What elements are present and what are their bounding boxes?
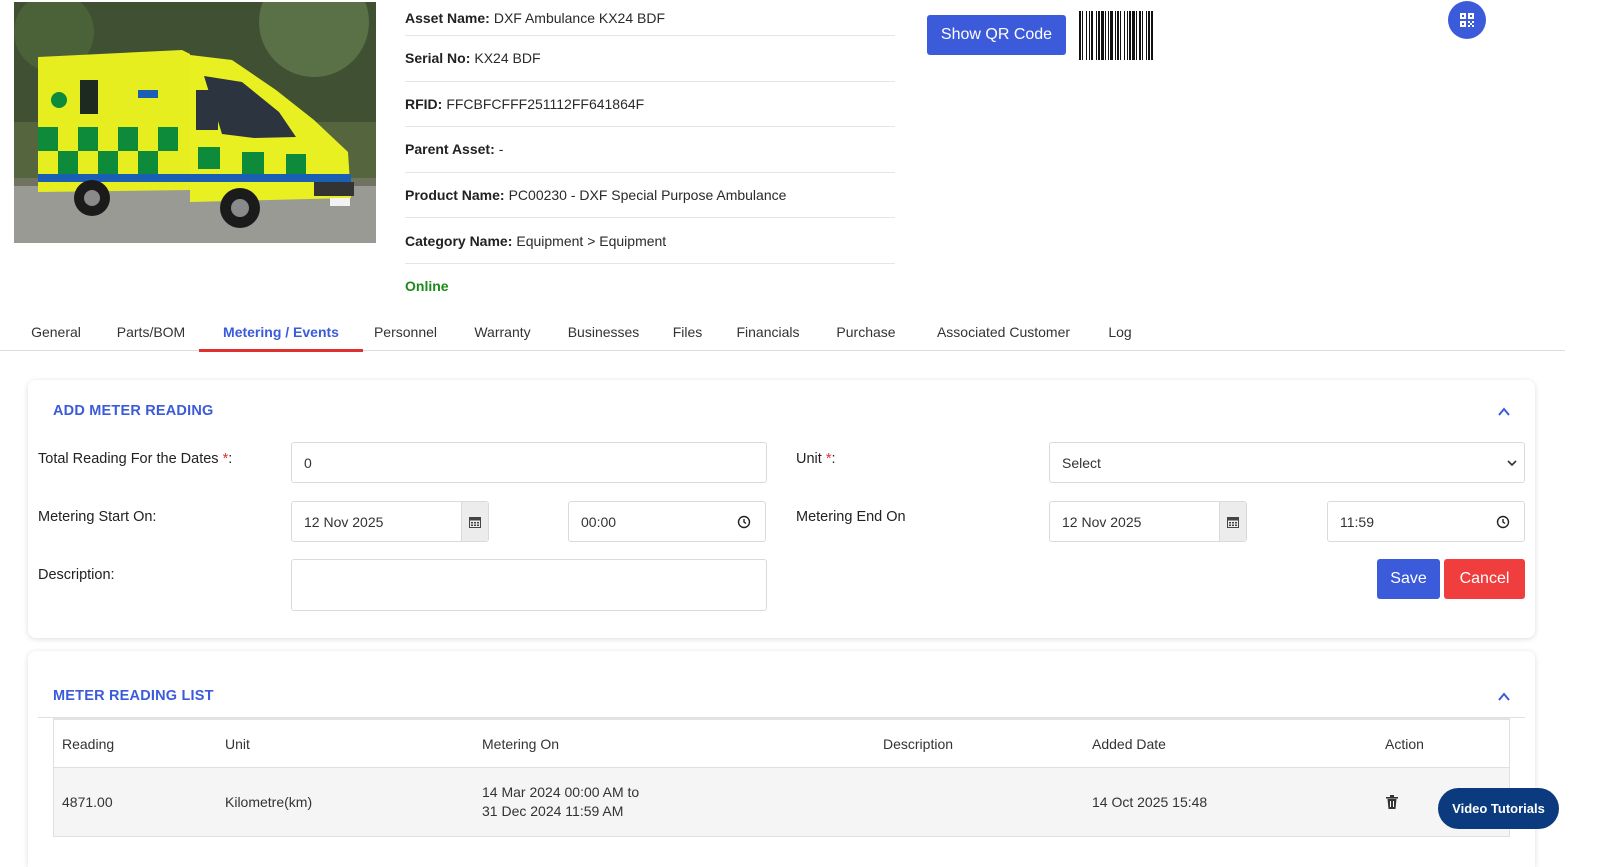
reading-cell: 4871.00 xyxy=(62,794,113,810)
column-header-action: Action xyxy=(1385,735,1424,752)
total-reading-label-text: Total Reading For the Dates xyxy=(38,451,219,467)
unit-select[interactable]: Select xyxy=(1049,442,1525,483)
metering-end-label: Metering End On xyxy=(796,509,906,525)
field-value: DXF Ambulance KX24 BDF xyxy=(493,9,666,26)
metering-on-line: 14 Mar 2024 00:00 AM to xyxy=(482,784,640,800)
tab-financials[interactable]: Financials xyxy=(726,312,810,351)
tab-bar: General Parts/BOM Metering / Events Pers… xyxy=(0,312,1565,352)
chevron-up-icon[interactable] xyxy=(1497,690,1511,704)
card-title: METER READING LIST xyxy=(53,688,214,704)
trash-icon[interactable] xyxy=(1386,795,1398,809)
total-reading-input[interactable]: 0 xyxy=(291,442,767,483)
end-time-value: 11:59 xyxy=(1340,513,1374,530)
tab-general[interactable]: General xyxy=(18,312,94,351)
column-header-unit: Unit xyxy=(225,735,250,752)
end-date-input[interactable]: 12 Nov 2025 xyxy=(1049,501,1247,542)
meter-reading-table: Reading Unit Metering On Description Add… xyxy=(53,718,1510,837)
field-value: - xyxy=(498,141,504,158)
field-label: Parent Asset: xyxy=(405,141,495,158)
tab-personnel[interactable]: Personnel xyxy=(364,312,447,351)
field-value: Equipment > Equipment xyxy=(516,232,667,249)
status-badge: Online xyxy=(405,278,449,294)
total-reading-label: Total Reading For the Dates *: xyxy=(38,451,232,467)
added-date-cell: 14 Oct 2025 15:48 xyxy=(1092,794,1208,810)
start-date-input[interactable]: 12 Nov 2025 xyxy=(291,501,489,542)
description-label: Description: xyxy=(38,567,115,583)
field-label: Asset Name: xyxy=(405,9,490,26)
field-value: KX24 BDF xyxy=(474,50,541,67)
field-label: RFID: xyxy=(405,95,443,112)
save-button[interactable]: Save xyxy=(1377,559,1440,599)
chevron-up-icon[interactable] xyxy=(1497,405,1511,419)
column-header-reading: Reading xyxy=(62,735,115,752)
end-date-value: 12 Nov 2025 xyxy=(1062,513,1142,530)
table-row: 4871.00 Kilometre(km) 14 Mar 2024 00:00 … xyxy=(54,768,1509,836)
metering-on-cell: 14 Mar 2024 00:00 AM to 31 Dec 2024 11:5… xyxy=(482,768,639,836)
unit-select-value: Select xyxy=(1062,454,1101,471)
field-label: Category Name: xyxy=(405,232,513,249)
serial-no-row: Serial No: KX24 BDF xyxy=(405,36,895,82)
rfid-row: RFID: FFCBFCFFF251112FF641864F xyxy=(405,82,895,128)
label-colon: : xyxy=(831,451,836,467)
field-label: Serial No: xyxy=(405,50,471,67)
category-name-row: Category Name: Equipment > Equipment xyxy=(405,218,895,264)
field-label: Product Name: xyxy=(405,187,505,204)
start-time-input[interactable]: 00:00 xyxy=(568,501,766,542)
calendar-icon[interactable] xyxy=(461,502,488,541)
start-time-value: 00:00 xyxy=(581,513,617,530)
table-header-row: Reading Unit Metering On Description Add… xyxy=(54,720,1509,768)
cancel-button[interactable]: Cancel xyxy=(1444,559,1525,599)
start-date-value: 12 Nov 2025 xyxy=(304,513,384,530)
card-title: ADD METER READING xyxy=(53,403,214,419)
product-name-row: Product Name: PC00230 - DXF Special Purp… xyxy=(405,173,895,219)
barcode-icon xyxy=(1079,11,1211,60)
tab-associated-customer[interactable]: Associated Customer xyxy=(922,312,1085,351)
chevron-down-icon xyxy=(1507,460,1517,467)
metering-start-label: Metering Start On: xyxy=(38,509,157,525)
tab-files[interactable]: Files xyxy=(666,312,709,351)
end-time-input[interactable]: 11:59 xyxy=(1327,501,1525,542)
clock-icon xyxy=(1496,515,1510,529)
field-value: PC00230 - DXF Special Purpose Ambulance xyxy=(508,187,787,204)
clock-icon xyxy=(737,515,751,529)
unit-label-text: Unit xyxy=(796,451,822,467)
show-qr-code-button[interactable]: Show QR Code xyxy=(927,15,1066,55)
metering-on-line: 31 Dec 2024 11:59 AM xyxy=(482,803,624,819)
asset-details: Asset Name: DXF Ambulance KX24 BDF Seria… xyxy=(405,0,895,264)
description-textarea[interactable] xyxy=(291,559,767,611)
tab-warranty[interactable]: Warranty xyxy=(463,312,542,351)
tab-log[interactable]: Log xyxy=(1101,312,1139,351)
video-tutorials-button[interactable]: Video Tutorials xyxy=(1438,788,1559,829)
label-colon: : xyxy=(228,451,233,467)
column-header-metering-on: Metering On xyxy=(482,735,560,752)
asset-name-row: Asset Name: DXF Ambulance KX24 BDF xyxy=(405,0,895,36)
qr-code-icon[interactable] xyxy=(1448,1,1486,39)
field-value: FFCBFCFFF251112FF641864F xyxy=(446,95,645,112)
unit-label: Unit *: xyxy=(796,451,836,467)
unit-cell: Kilometre(km) xyxy=(225,794,313,810)
tab-businesses[interactable]: Businesses xyxy=(558,312,649,351)
column-header-added-date: Added Date xyxy=(1092,735,1166,752)
add-meter-reading-card: ADD METER READING Total Reading For the … xyxy=(28,380,1535,638)
tab-metering-events[interactable]: Metering / Events xyxy=(199,312,363,352)
asset-photo xyxy=(14,2,376,243)
column-header-description: Description xyxy=(883,735,954,752)
tab-purchase[interactable]: Purchase xyxy=(826,312,906,351)
calendar-icon[interactable] xyxy=(1219,502,1246,541)
tab-parts-bom[interactable]: Parts/BOM xyxy=(106,312,196,351)
parent-asset-row: Parent Asset: - xyxy=(405,127,895,173)
meter-reading-list-card: METER READING LIST Reading Unit Metering… xyxy=(28,651,1535,867)
